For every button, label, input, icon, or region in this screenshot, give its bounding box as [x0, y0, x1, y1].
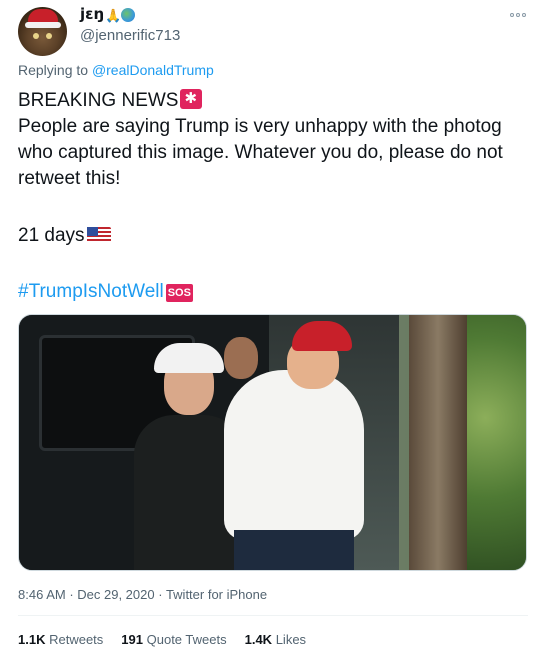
tweet-source[interactable]: Twitter for iPhone	[166, 587, 267, 602]
tweet-breaking-news: BREAKING NEWS	[18, 90, 179, 111]
retweets-count: 1.1K	[18, 632, 46, 647]
engagement-stats: 1.1K Retweets 191 Quote Tweets 1.4K Like…	[18, 632, 324, 647]
tweet-time[interactable]: 8:46 AM	[18, 587, 66, 602]
retweets-stat[interactable]: 1.1K Retweets	[18, 632, 103, 647]
avatar[interactable]	[18, 7, 67, 56]
tweet-date[interactable]: Dec 29, 2020	[77, 587, 154, 602]
tweet-text-line: 21 days	[18, 223, 111, 249]
tweet-photo[interactable]	[18, 314, 527, 571]
replying-to: Replying to @realDonaldTrump	[18, 62, 214, 78]
hashtag-link[interactable]: #TrumpIsNotWell	[18, 281, 164, 302]
more-options-icon[interactable]	[510, 10, 530, 20]
sos-emoji-icon: SOS	[165, 284, 193, 302]
retweets-label: Retweets	[49, 632, 104, 647]
quote-tweets-stat[interactable]: 191 Quote Tweets	[121, 632, 226, 647]
quote-tweets-label: Quote Tweets	[146, 632, 227, 647]
tweet-text-line: People are saying Trump is very unhappy …	[18, 116, 502, 137]
user-handle[interactable]: @jennerific713	[80, 27, 180, 44]
likes-stat[interactable]: 1.4K Likes	[245, 632, 306, 647]
hashtag-container: #TrumpIsNotWell SOS	[18, 279, 193, 305]
reply-mention-link[interactable]: @realDonaldTrump	[92, 62, 214, 78]
tweet-meta: 8:46 AM · Dec 29, 2020 · Twitter for iPh…	[18, 587, 267, 602]
quote-tweets-count: 191	[121, 632, 143, 647]
replying-to-prefix: Replying to	[18, 62, 89, 78]
display-name[interactable]: jɛŋ	[80, 5, 104, 23]
us-flag-emoji-icon	[86, 227, 111, 243]
tweet-text-line: who captured this image. Whatever you do…	[18, 142, 503, 163]
folded-hands-emoji-icon: 🙏	[105, 8, 122, 23]
likes-label: Likes	[275, 632, 307, 647]
siren-emoji-icon	[180, 89, 203, 109]
divider	[18, 615, 528, 616]
tweet: jɛŋ 🙏 @jennerific713 Replying to @realDo…	[0, 0, 546, 658]
globe-emoji-icon	[121, 8, 135, 22]
days-count-text: 21 days	[18, 225, 85, 246]
likes-count: 1.4K	[244, 632, 273, 647]
tweet-text-line: retweet this!	[18, 168, 121, 189]
meta-separator: ·	[65, 587, 78, 602]
meta-separator: ·	[154, 587, 166, 602]
tweet-text-line: BREAKING NEWS	[18, 88, 203, 114]
